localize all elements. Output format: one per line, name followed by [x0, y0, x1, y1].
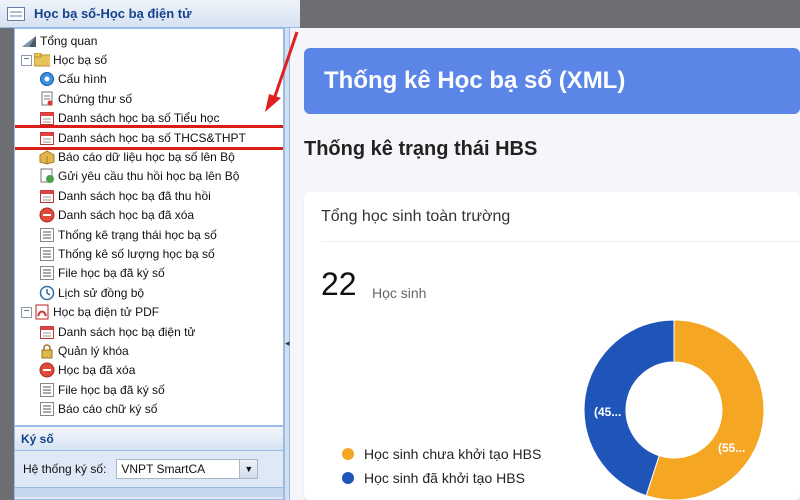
tree-item-label: Báo cáo chữ ký số — [58, 402, 158, 417]
tree-item-label: Tổng quan — [40, 33, 98, 48]
tree-item-3[interactable]: Chứng thư số — [15, 89, 283, 108]
tree-item-13[interactable]: Lịch sử đồng bộ — [15, 283, 283, 302]
tree-item-label: Quản lý khóa — [58, 343, 129, 358]
tree-item-10[interactable]: Thống kê trạng thái học bạ số — [15, 225, 283, 244]
tree-item-label: Học bạ đã xóa — [58, 363, 136, 378]
list-icon — [39, 227, 55, 243]
window-title: Học bạ số-Học bạ điện tử — [34, 6, 192, 21]
student-total: 22 — [321, 266, 357, 302]
donut-label-blue: (45... — [594, 405, 621, 419]
tree-item-label: Gửi yêu cầu thu hồi học bạ lên Bộ — [58, 169, 240, 184]
tree-item-label: Lịch sử đồng bộ — [58, 285, 145, 300]
tree-item-18[interactable]: File học bạ đã ký số — [15, 380, 283, 399]
delete-icon — [39, 362, 55, 378]
tree-item-label: Danh sách học bạ số Tiểu học — [58, 111, 220, 126]
list-icon — [39, 401, 55, 417]
signing-system-select[interactable]: VNPT SmartCA ▼ — [116, 459, 259, 479]
tree-item-label: Danh sách học bạ đã thu hồi — [58, 188, 211, 203]
status-donut-chart: (45... (55... — [583, 319, 765, 500]
navigation-tree-panel: Tổng quan − Học bạ số Cấu hình Chứng thư số D… — [14, 28, 284, 426]
tree-item-16[interactable]: Quản lý khóa — [15, 341, 283, 360]
refresh-doc-icon — [39, 168, 55, 184]
banner-title: Thống kê Học bạ số (XML) — [324, 67, 626, 94]
chevron-down-icon[interactable]: ▼ — [239, 460, 258, 478]
tree-item-19[interactable]: Báo cáo chữ ký số — [15, 399, 283, 418]
tree-item-12[interactable]: File học bạ đã ký số — [15, 264, 283, 283]
donut-label-orange: (55... — [718, 441, 745, 455]
lock-icon — [39, 343, 55, 359]
list-icon — [39, 246, 55, 262]
card-title: Tổng học sinh toàn trường — [321, 192, 800, 242]
tree-item-label: Báo cáo dữ liệu học bạ số lên Bộ — [58, 150, 235, 165]
tree-item-label: File học bạ đã ký số — [58, 382, 165, 397]
tree-item-15[interactable]: Danh sách học bạ điện tử — [15, 322, 283, 341]
tree-collapse-toggle[interactable]: − — [21, 306, 32, 318]
tree-item-label: Cấu hình — [58, 72, 107, 87]
tree-item-label: Học bạ số — [53, 53, 108, 68]
certificate-icon — [39, 91, 55, 107]
legend-label: Học sinh đã khởi tạo HBS — [364, 470, 525, 486]
tree-item-4[interactable]: Danh sách học bạ số Tiểu học — [15, 109, 283, 128]
calendar-icon — [39, 130, 55, 146]
calendar-icon — [39, 110, 55, 126]
tree-item-2[interactable]: Cấu hình — [15, 70, 283, 89]
tree-item-label: Danh sách học bạ số THCS&THPT — [58, 130, 246, 145]
tree-item-label: Chứng thư số — [58, 91, 133, 106]
signing-system-label: Hệ thống ký số: — [23, 462, 107, 476]
tree-item-1[interactable]: − Học bạ số — [15, 50, 283, 69]
tree-item-7[interactable]: Gửi yêu cầu thu hồi học bạ lên Bộ — [15, 167, 283, 186]
annotation-arrow-icon — [265, 31, 299, 112]
tree-item-9[interactable]: Danh sách học bạ đã xóa — [15, 206, 283, 225]
tree-item-label: Danh sách học bạ điện tử — [58, 324, 196, 339]
collapse-arrow-icon[interactable]: ◂ — [285, 338, 290, 350]
list-icon — [39, 265, 55, 281]
package-icon — [39, 149, 55, 165]
tree-item-label: Học bạ điện tử PDF — [53, 305, 160, 320]
legend-swatch — [342, 448, 354, 460]
tree-item-11[interactable]: Thống kê số lượng học bạ số — [15, 244, 283, 263]
legend-item[interactable]: Học sinh đã khởi tạo HBS — [342, 466, 541, 490]
chart-icon — [21, 33, 37, 49]
tree-item-0[interactable]: Tổng quan — [15, 31, 283, 50]
signing-system-value: VNPT SmartCA — [121, 462, 206, 476]
tree-item-label: Thống kê trạng thái học bạ số — [58, 227, 217, 242]
chart-legend: Học sinh chưa khởi tạo HBS Học sinh đã kh… — [342, 442, 541, 490]
delete-icon — [39, 207, 55, 223]
signing-panel: Ký số Hệ thống ký số: VNPT SmartCA ▼ — [14, 426, 284, 500]
tree-item-8[interactable]: Danh sách học bạ đã thu hồi — [15, 186, 283, 205]
tree-item-label: Thống kê số lượng học bạ số — [58, 246, 215, 261]
list-icon — [39, 382, 55, 398]
legend-swatch — [342, 472, 354, 484]
window-icon — [6, 6, 26, 22]
dashboard: Thống kê Học bạ số (XML) Thống kê trạng … — [290, 28, 800, 500]
history-icon — [39, 285, 55, 301]
student-total-unit: Học sinh — [372, 285, 427, 301]
gear-icon — [39, 71, 55, 87]
tree-item-label: File học bạ đã ký số — [58, 266, 165, 281]
tree-item-6[interactable]: Báo cáo dữ liệu học bạ số lên Bộ — [15, 147, 283, 166]
tree-item-14[interactable]: − Học bạ điện tử PDF — [15, 302, 283, 321]
signing-panel-header[interactable]: Ký số — [15, 427, 283, 451]
tree-item-17[interactable]: Học bạ đã xóa — [15, 361, 283, 380]
window-titlebar: Học bạ số-Học bạ điện tử — [0, 0, 300, 28]
signing-subpanel-header — [15, 487, 283, 497]
calendar-icon — [39, 188, 55, 204]
pdf-icon — [34, 304, 50, 320]
tree-collapse-toggle[interactable]: − — [21, 54, 32, 66]
tree-item-5[interactable]: Danh sách học bạ số THCS&THPT — [15, 124, 283, 151]
legend-label: Học sinh chưa khởi tạo HBS — [364, 446, 542, 462]
tree-item-label: Danh sách học bạ đã xóa — [58, 208, 195, 223]
navigation-tree: Tổng quan − Học bạ số Cấu hình Chứng thư số D… — [15, 29, 283, 419]
folder-icon — [34, 52, 50, 68]
calendar-icon — [39, 324, 55, 340]
student-stats-card: Tổng học sinh toàn trường 22 Học sinh (4… — [304, 192, 800, 500]
dashboard-banner: Thống kê Học bạ số (XML) — [304, 48, 800, 114]
section-title: Thống kê trạng thái HBS — [304, 138, 538, 160]
legend-item[interactable]: Học sinh chưa khởi tạo HBS — [342, 442, 541, 466]
